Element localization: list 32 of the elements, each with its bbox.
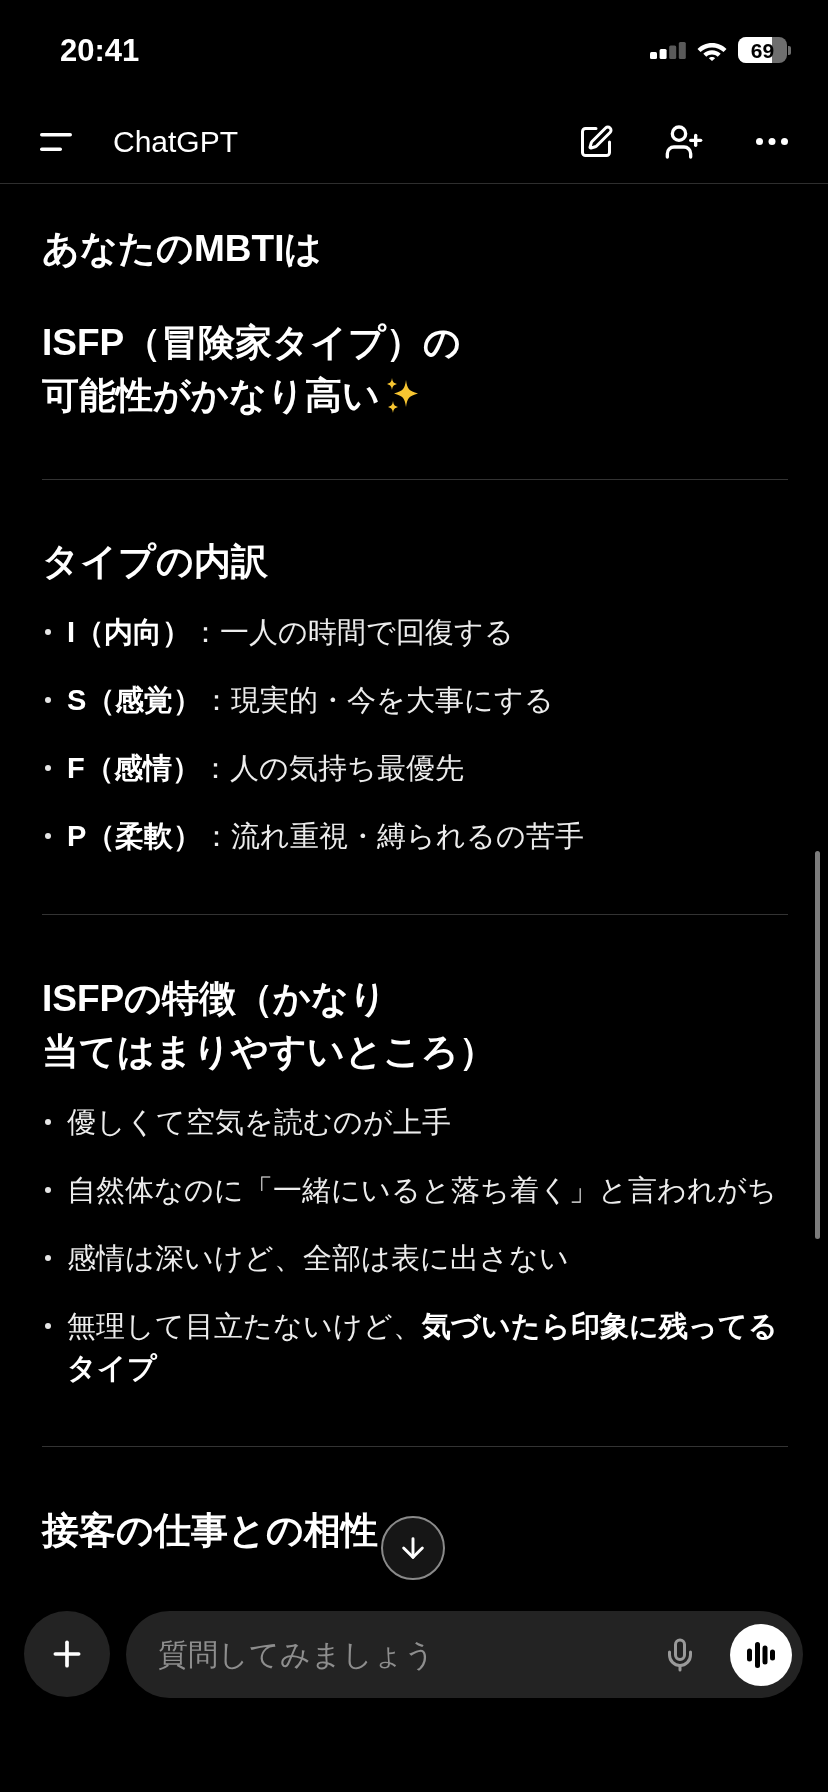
bullet-icon: [45, 1187, 51, 1193]
intro-heading: あなたのMBTIは: [42, 227, 323, 271]
list-item-text: I（内向）：一人の時間で回復する: [67, 615, 515, 650]
signal-icon: [650, 41, 686, 59]
result-line: 可能性がかなり高い: [42, 374, 380, 418]
bullet-icon: [45, 697, 51, 703]
message-input-field[interactable]: 質問してみましょう: [126, 1611, 803, 1698]
bullet-icon: [45, 629, 51, 635]
message-input[interactable]: 質問してみましょう: [158, 1632, 662, 1677]
list-item-text: 優しくて空気を読むのが上手: [67, 1105, 451, 1140]
waveform-icon: [747, 1641, 775, 1668]
more-icon: [756, 138, 788, 145]
result-line: ISFP（冒険家タイプ）の: [42, 321, 462, 365]
list-item-text: 感情は深いけど、全部は表に出さない: [67, 1241, 569, 1276]
app-title: ChatGPT: [113, 126, 239, 157]
list-item-text: P（柔軟）：流れ重視・縛られるの苦手: [67, 819, 585, 854]
list-item-text: S（感覚）：現実的・今を大事にする: [67, 683, 555, 718]
bullet-icon: [45, 1119, 51, 1125]
bullet-icon: [45, 1255, 51, 1261]
list-item-text: F（感情）：人の気持ち最優先: [67, 751, 464, 786]
bullet-icon: [45, 833, 51, 839]
bullet-icon: [45, 1323, 51, 1329]
list-item-text: 無理して目立たないけど、気づいたら印象に残ってるタイプ: [67, 1309, 779, 1386]
bullet-icon: [45, 765, 51, 771]
menu-icon: [40, 132, 72, 151]
list-item-text: 自然体なのに「一緒にいると落ち着く」と言われがち: [67, 1173, 777, 1208]
voice-button[interactable]: [730, 1623, 792, 1686]
edit-icon: [578, 123, 614, 160]
status-time: 20:41: [60, 34, 140, 66]
section-heading: 接客の仕事との相性: [42, 1509, 378, 1553]
section-heading: ISFPの特徴（かなり 当てはまりやすいところ）: [42, 977, 496, 1074]
section-heading: タイプの内訳: [42, 540, 268, 584]
